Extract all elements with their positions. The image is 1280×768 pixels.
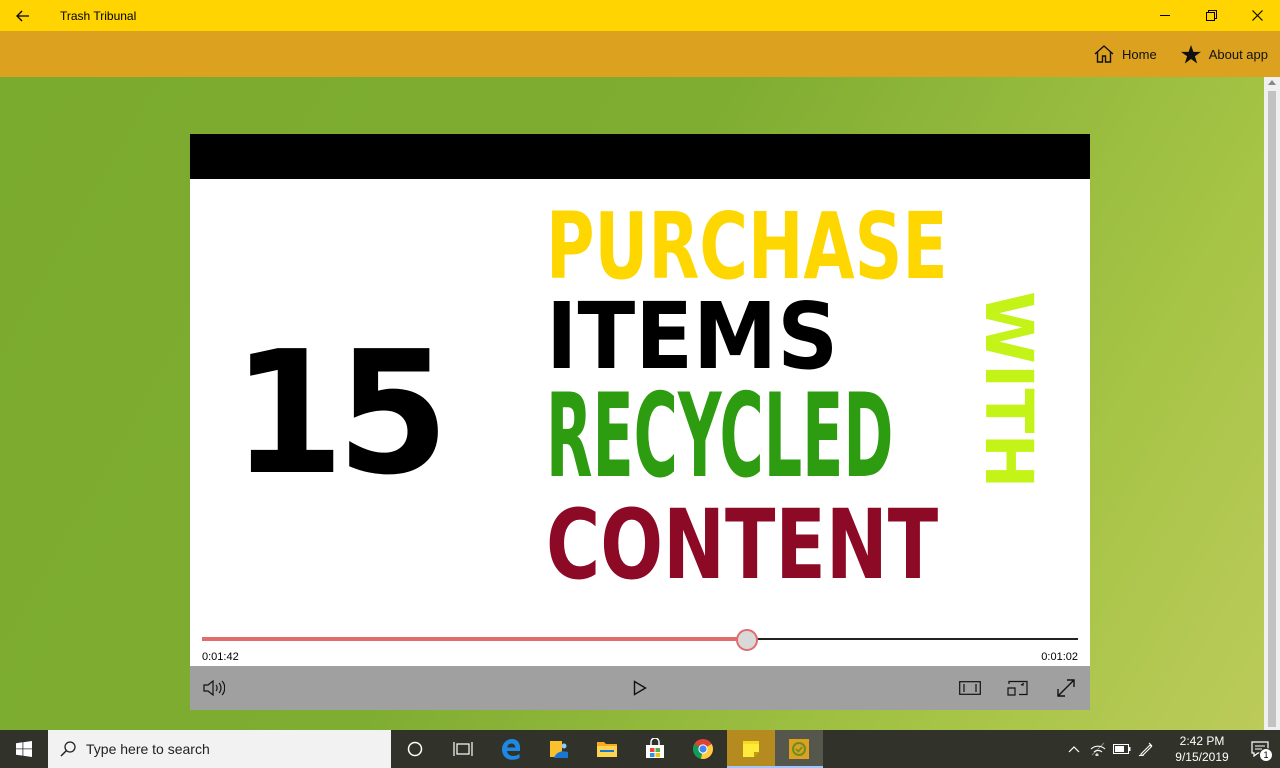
action-center-button[interactable]: 1 (1240, 730, 1280, 768)
scrollbar-thumb[interactable] (1268, 91, 1276, 727)
home-icon (1094, 45, 1114, 63)
taskbar-file-explorer[interactable] (583, 730, 631, 768)
task-view-icon (453, 742, 473, 756)
task-view-button[interactable] (439, 730, 487, 768)
chevron-up-icon (1068, 746, 1080, 753)
restore-button[interactable] (1188, 0, 1234, 31)
restore-icon (1205, 10, 1217, 21)
file-explorer-icon (597, 742, 617, 757)
close-button[interactable] (1234, 0, 1280, 31)
cast-button[interactable] (1000, 666, 1036, 710)
volume-button[interactable] (196, 666, 232, 710)
fullscreen-icon (1057, 679, 1075, 697)
aspect-ratio-icon (959, 681, 981, 695)
notification-badge: 1 (1259, 748, 1273, 762)
volume-icon (203, 680, 225, 696)
video-frame[interactable]: 15 PURCHASE ITEMS RECYCLED CONTENT WITH (190, 179, 1090, 624)
nav-about-label: About app (1208, 46, 1268, 62)
video-letterbox (190, 134, 1090, 179)
store-icon (646, 738, 664, 758)
system-tray: 2:42 PM 9/15/2019 1 (1062, 730, 1280, 768)
video-word-with: WITH (970, 291, 1047, 489)
cortana-icon (407, 741, 423, 757)
wifi-icon (1090, 742, 1106, 756)
show-hidden-icons-button[interactable] (1062, 730, 1086, 768)
back-arrow-icon (16, 10, 29, 21)
title-bar: Trash Tribunal (0, 0, 1280, 31)
clock-date: 9/15/2019 (1175, 750, 1229, 764)
cast-to-device-icon (1007, 680, 1028, 696)
nav-home-label: Home (1122, 46, 1157, 62)
search-placeholder: Type here to search (86, 741, 210, 757)
photos-icon (550, 741, 568, 758)
back-button[interactable] (0, 0, 46, 31)
remaining-time: 0:01:02 (1041, 651, 1078, 663)
taskbar-search[interactable]: Type here to search (48, 730, 391, 768)
seek-bar[interactable] (202, 629, 1078, 651)
taskbar-photos[interactable] (535, 730, 583, 768)
nav-bar: Home About app (0, 31, 1280, 77)
close-icon (1251, 10, 1263, 21)
video-number: 15 (232, 315, 449, 513)
network-button[interactable] (1086, 730, 1110, 768)
nav-home[interactable]: Home (1094, 45, 1157, 63)
seek-progress (202, 637, 747, 641)
video-word-purchase: PURCHASE (546, 193, 948, 300)
video-word-recycled: RECYCLED (546, 369, 894, 504)
windows-logo-icon (16, 741, 32, 757)
taskbar-sticky-notes[interactable] (727, 730, 775, 768)
edge-icon (502, 739, 520, 760)
play-button[interactable] (622, 666, 658, 710)
elapsed-time: 0:01:42 (202, 651, 239, 663)
fullscreen-button[interactable] (1048, 666, 1084, 710)
play-icon (633, 680, 647, 696)
video-player[interactable]: 15 PURCHASE ITEMS RECYCLED CONTENT WITH … (190, 134, 1090, 710)
battery-button[interactable] (1110, 730, 1134, 768)
window-title: Trash Tribunal (60, 8, 137, 23)
taskbar: Type here to search 2:42 PM 9/15/2019 1 (0, 730, 1280, 768)
aspect-ratio-button[interactable] (952, 666, 988, 710)
star-icon (1180, 44, 1201, 63)
taskbar-trash-tribunal[interactable] (775, 730, 823, 768)
taskbar-chrome[interactable] (679, 730, 727, 768)
nav-about[interactable]: About app (1180, 44, 1268, 64)
pen-workspace-button[interactable] (1134, 730, 1158, 768)
taskbar-edge[interactable] (487, 730, 535, 768)
player-controls (190, 666, 1090, 710)
clock[interactable]: 2:42 PM 9/15/2019 (1164, 733, 1240, 765)
chrome-icon (692, 739, 714, 760)
trash-tribunal-icon (789, 739, 809, 759)
clock-time: 2:42 PM (1179, 734, 1225, 748)
seek-thumb[interactable] (735, 629, 758, 651)
search-icon (60, 741, 76, 757)
pen-icon (1138, 742, 1153, 757)
battery-icon (1113, 744, 1131, 754)
video-word-content: CONTENT (546, 489, 939, 601)
taskbar-store[interactable] (631, 730, 679, 768)
scroll-up-icon[interactable] (1268, 80, 1276, 85)
start-button[interactable] (0, 730, 48, 768)
cortana-button[interactable] (391, 730, 439, 768)
sticky-notes-icon (743, 741, 759, 757)
minimize-icon (1159, 15, 1170, 16)
minimize-button[interactable] (1142, 0, 1188, 31)
vertical-scrollbar[interactable] (1264, 77, 1280, 730)
